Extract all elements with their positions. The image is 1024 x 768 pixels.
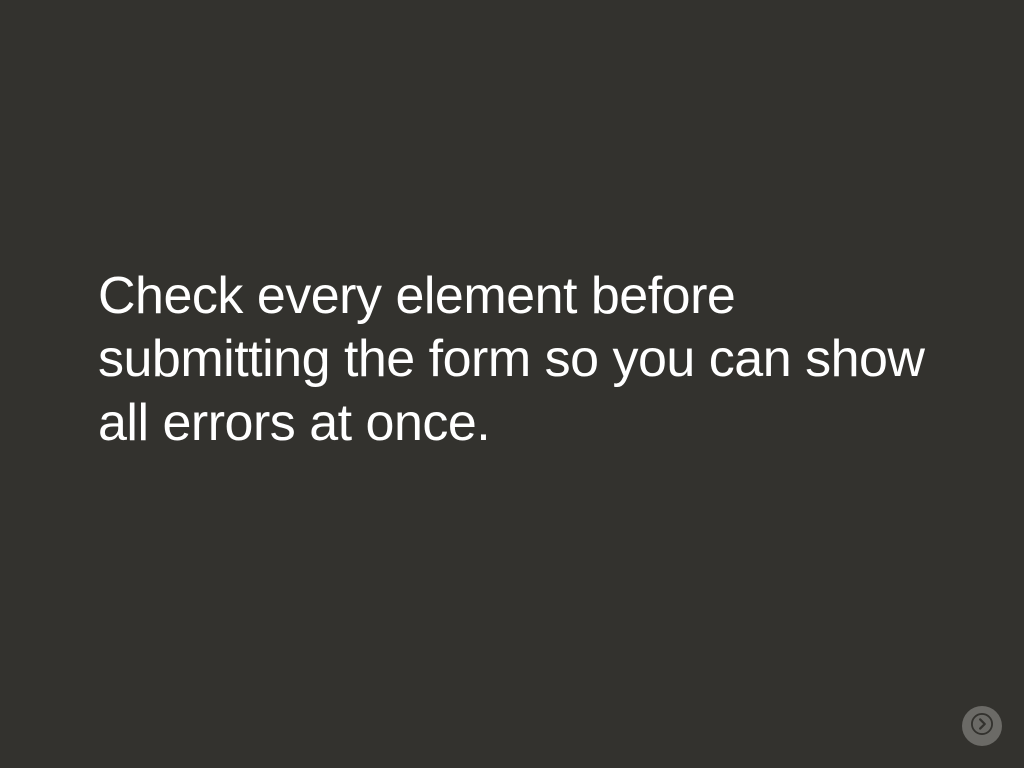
arrow-right-icon <box>971 713 993 740</box>
slide-content: Check every element before submitting th… <box>98 265 926 455</box>
next-button[interactable] <box>962 706 1002 746</box>
slide-text: Check every element before submitting th… <box>98 265 926 455</box>
